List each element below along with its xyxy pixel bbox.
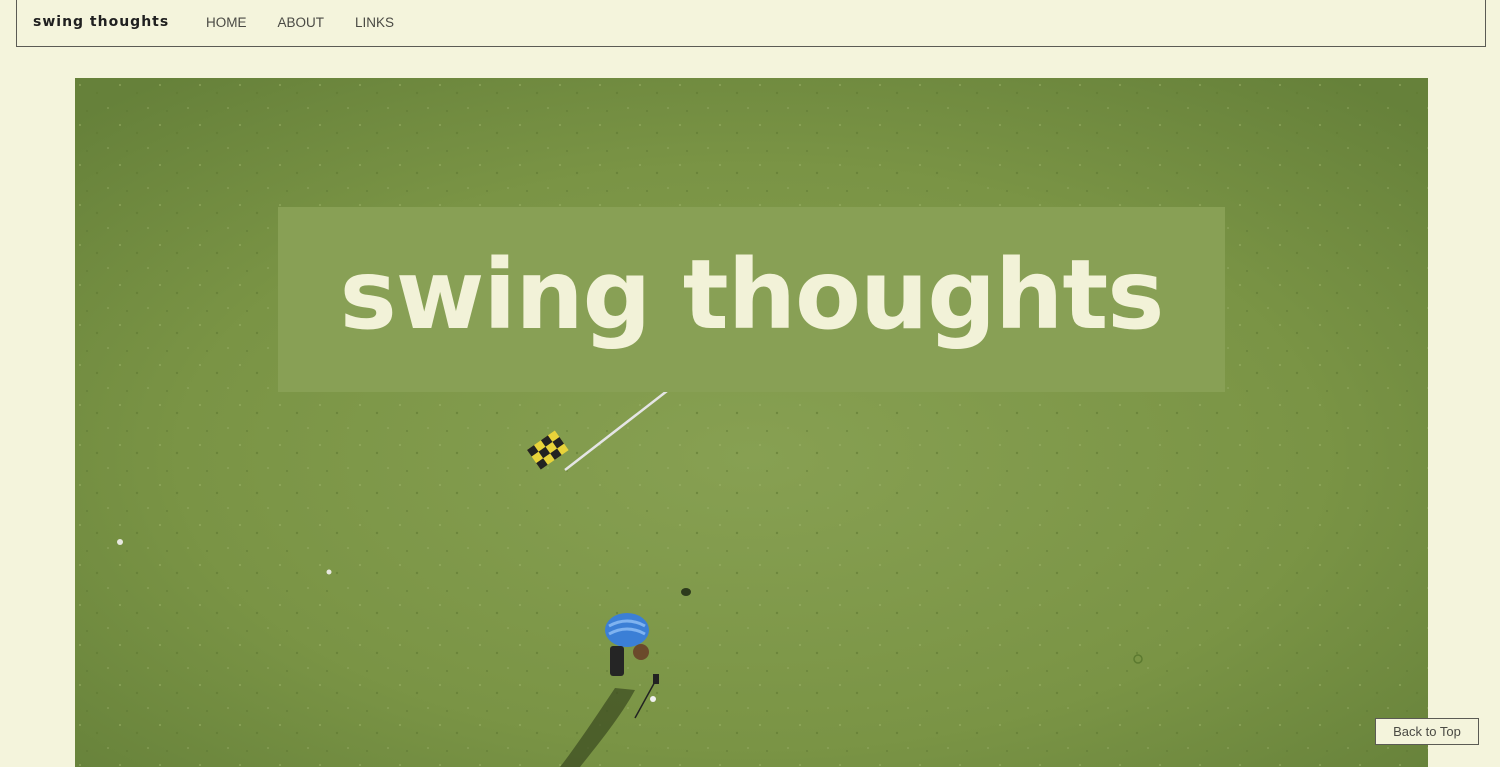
golf-hole [681,588,691,596]
back-to-top-button[interactable]: Back to Top [1375,718,1479,745]
hero-title-box: swing thoughts [278,207,1225,392]
hero-title: swing thoughts [339,238,1165,351]
nav-links: HOME ABOUT LINKS [206,15,425,30]
golf-ball [650,696,656,702]
nav-link-about[interactable]: ABOUT [278,15,325,30]
golf-green-illustration [75,78,1428,767]
golfer-head [633,644,649,660]
nav-link-links[interactable]: LINKS [355,15,394,30]
navbar: swing thoughts HOME ABOUT LINKS [16,0,1486,47]
nav-link-home[interactable]: HOME [206,15,247,30]
site-title[interactable]: swing thoughts [33,14,169,30]
hero-image: swing thoughts [75,78,1428,767]
